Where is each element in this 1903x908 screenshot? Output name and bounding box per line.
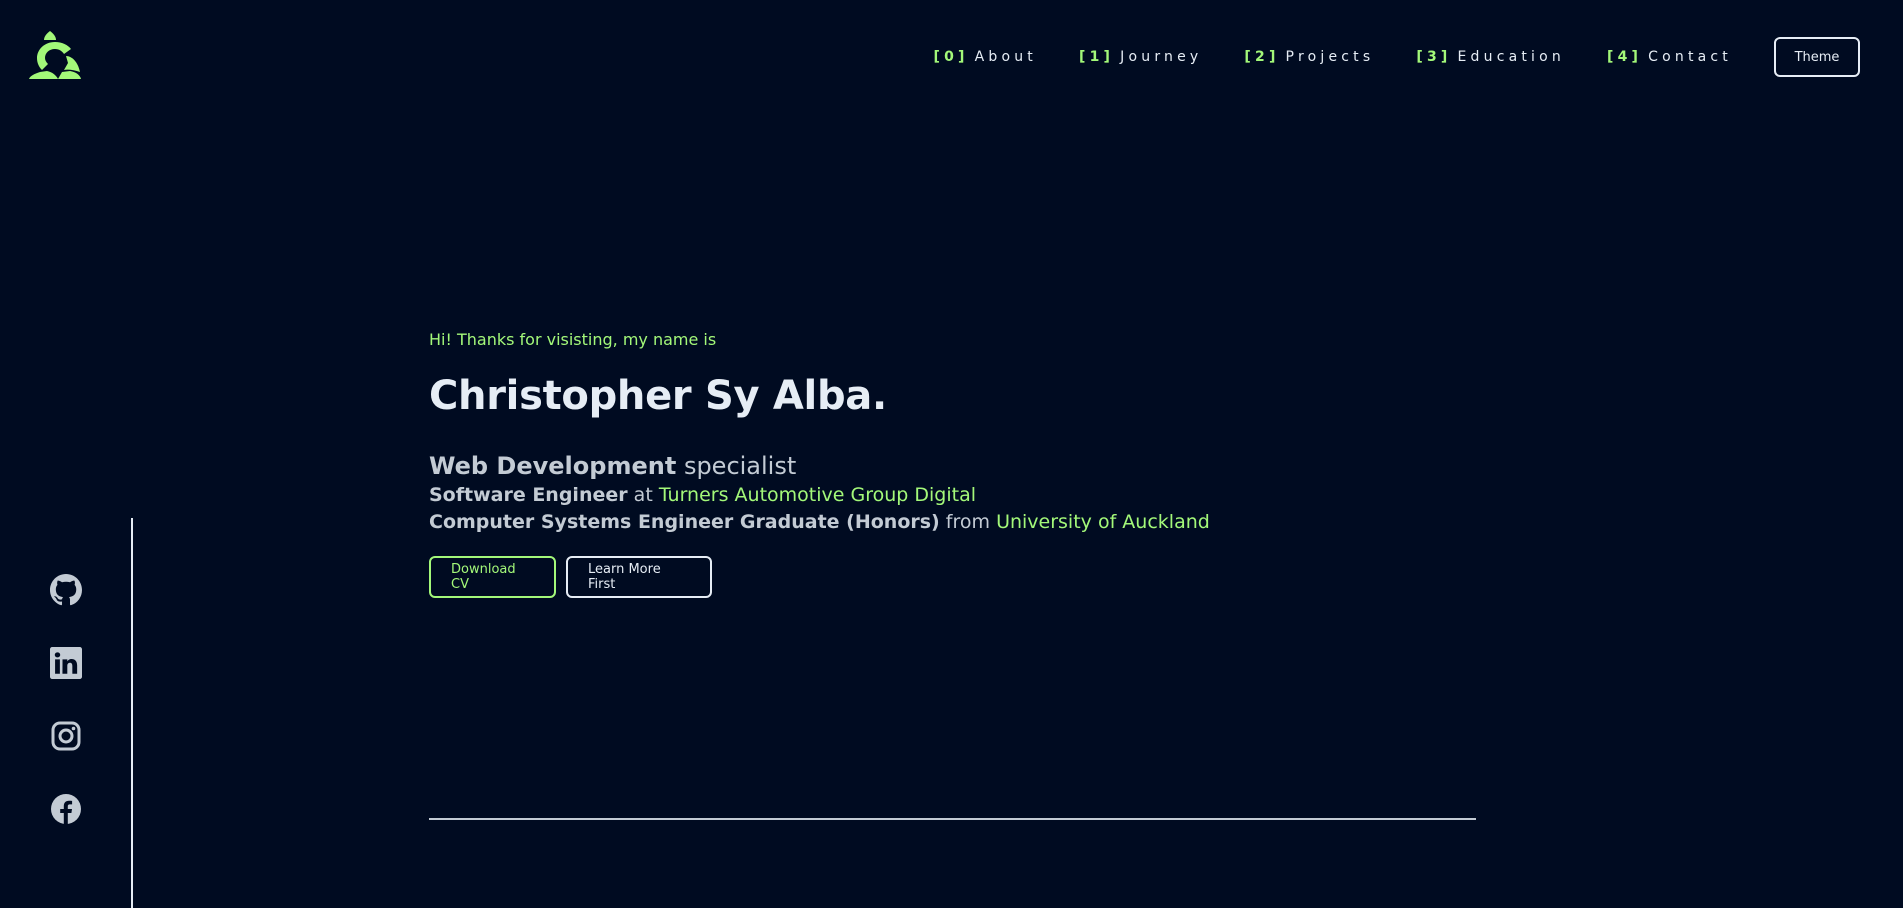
employer-link[interactable]: Turners Automotive Group Digital bbox=[659, 484, 976, 506]
github-icon[interactable] bbox=[50, 574, 82, 606]
degree-joiner: from bbox=[945, 511, 991, 533]
tagline-rest: specialist bbox=[683, 452, 797, 480]
nav-item-about[interactable]: [0] About bbox=[933, 49, 1037, 65]
tagline-strong: Web Development bbox=[429, 452, 677, 480]
linkedin-icon[interactable] bbox=[50, 647, 82, 679]
facebook-icon[interactable] bbox=[50, 793, 82, 825]
nav-item-label: Journey bbox=[1120, 49, 1203, 65]
greeting-text: Hi! Thanks for visisting, my name is bbox=[429, 330, 717, 349]
page-title: Christopher Sy Alba. bbox=[429, 373, 887, 419]
education-role: Computer Systems Engineer Graduate (Hono… bbox=[429, 509, 1479, 536]
logo-icon[interactable] bbox=[28, 30, 82, 80]
section-divider bbox=[429, 818, 1476, 820]
instagram-icon[interactable] bbox=[50, 720, 82, 752]
tagline: Web Development specialist bbox=[429, 450, 1479, 482]
nav-item-label: Education bbox=[1457, 49, 1565, 65]
main-nav: [0] About [1] Journey [2] Projects [3] Educa… bbox=[933, 36, 1860, 78]
nav-item-projects[interactable]: [2] Projects bbox=[1244, 49, 1374, 65]
nav-item-label: Projects bbox=[1285, 49, 1375, 65]
page: [0] About [1] Journey [2] Projects [3] Educa… bbox=[0, 0, 1903, 908]
theme-button[interactable]: Theme bbox=[1774, 37, 1860, 77]
university-link[interactable]: University of Auckland bbox=[996, 511, 1210, 533]
role-joiner: at bbox=[633, 484, 653, 506]
hero-actions: Download CV Learn More First bbox=[429, 556, 1479, 598]
hero-section: Hi! Thanks for visisting, my name is Chr… bbox=[429, 330, 1479, 598]
download-cv-button[interactable]: Download CV bbox=[429, 556, 556, 598]
current-role: Software Engineer at Turners Automotive … bbox=[429, 482, 1479, 509]
nav-item-contact[interactable]: [4] Contact bbox=[1607, 49, 1732, 65]
degree-title: Computer Systems Engineer Graduate (Hono… bbox=[429, 511, 940, 533]
nav-item-number: [3] bbox=[1416, 49, 1452, 65]
nav-item-education[interactable]: [3] Education bbox=[1416, 49, 1565, 65]
nav-item-number: [1] bbox=[1079, 49, 1115, 65]
nav-item-label: Contact bbox=[1648, 49, 1732, 65]
nav-item-label: About bbox=[974, 49, 1038, 65]
role-title: Software Engineer bbox=[429, 484, 628, 506]
nav-item-journey[interactable]: [1] Journey bbox=[1079, 49, 1202, 65]
nav-item-number: [0] bbox=[933, 49, 969, 65]
nav-item-number: [4] bbox=[1606, 49, 1643, 65]
nav-item-number: [2] bbox=[1244, 49, 1280, 65]
social-sidebar-line bbox=[131, 518, 133, 908]
learn-more-button[interactable]: Learn More First bbox=[566, 556, 712, 598]
